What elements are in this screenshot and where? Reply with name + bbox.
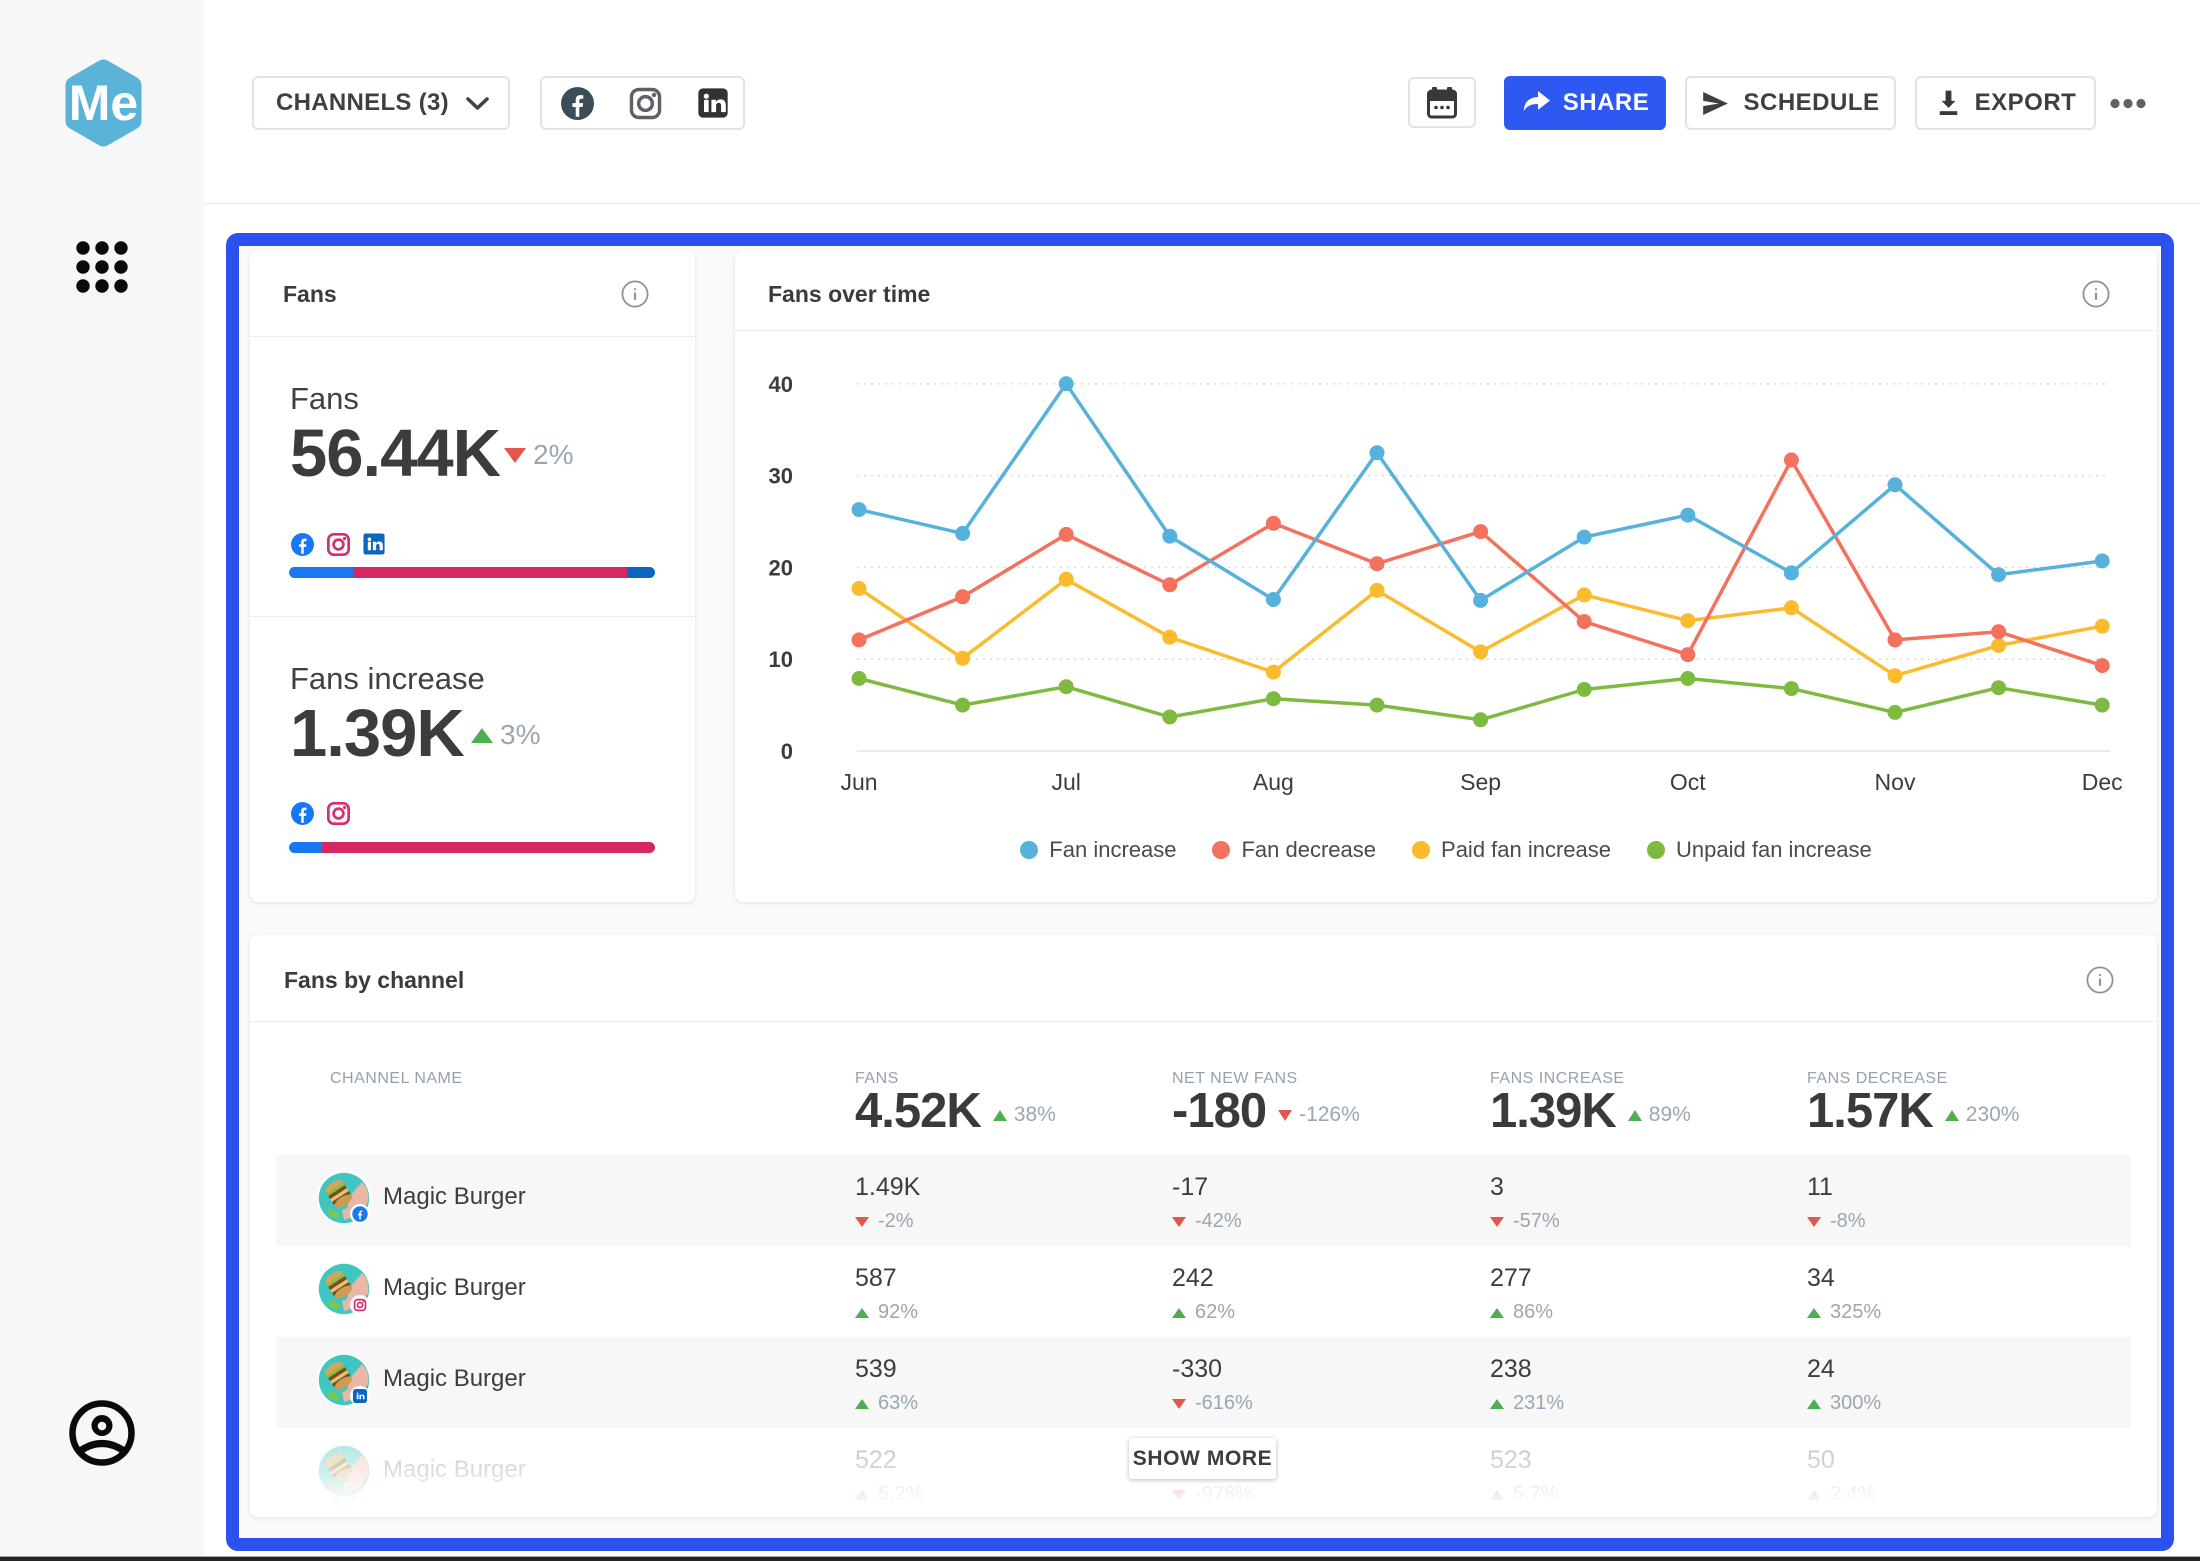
svg-text:Oct: Oct [1670,769,1706,795]
svg-text:Jul: Jul [1051,769,1080,795]
svg-text:Aug: Aug [1253,769,1294,795]
svg-text:10: 10 [769,647,793,672]
svg-text:Sep: Sep [1460,769,1501,795]
svg-text:30: 30 [769,464,793,489]
svg-text:Jun: Jun [840,769,877,795]
svg-text:Nov: Nov [1875,769,1916,795]
svg-text:0: 0 [781,739,793,764]
svg-text:Dec: Dec [2082,769,2123,795]
svg-text:Me: Me [69,75,138,131]
svg-text:20: 20 [769,555,793,580]
svg-text:40: 40 [769,372,793,397]
